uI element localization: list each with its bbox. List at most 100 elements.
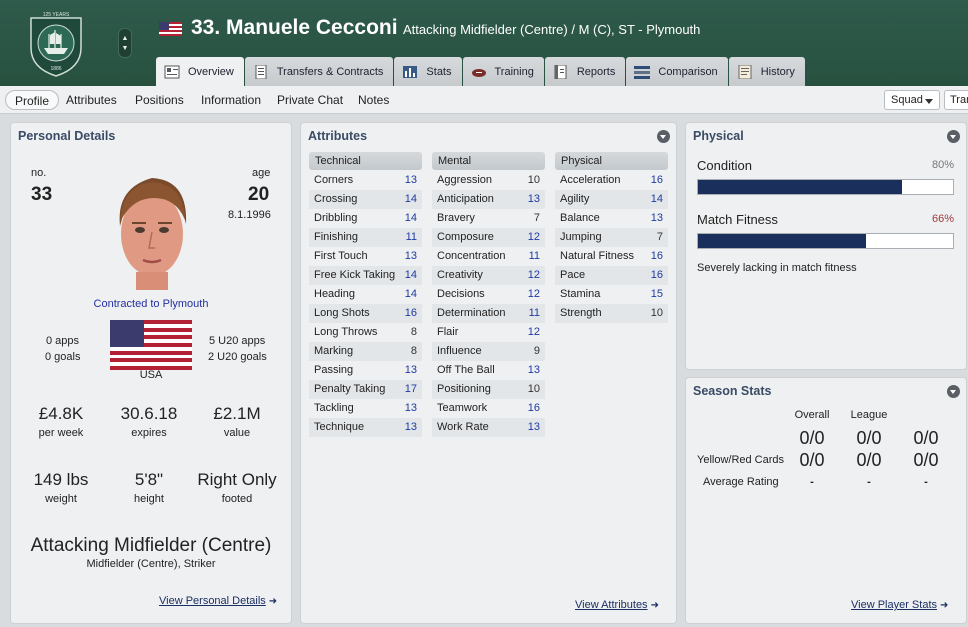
chevron-down-icon	[925, 99, 933, 104]
mental-column: Mental Aggression 10 Anticipation 13 Bravery…	[432, 152, 545, 437]
attribute-row: Long Throws 8	[309, 323, 422, 342]
attribute-name: Creativity	[437, 269, 483, 281]
attribute-value: 8	[410, 345, 417, 357]
tab-stats[interactable]: Stats	[394, 57, 462, 86]
next-player-icon[interactable]: ▼	[119, 45, 131, 53]
attribute-name: Bravery	[437, 212, 475, 224]
attribute-value: 16	[650, 174, 663, 186]
tab-reports[interactable]: Reports	[544, 57, 626, 86]
subnav-private-chat[interactable]: Private Chat	[277, 90, 343, 110]
player-face-portrait	[119, 178, 187, 290]
attribute-name: Natural Fitness	[560, 250, 634, 262]
panel-title: Season Stats	[693, 384, 772, 398]
attribute-value: 12	[527, 326, 540, 338]
positions-list: Midfielder (Centre), Striker	[86, 558, 216, 570]
attribute-row: Influence 9	[432, 342, 545, 361]
contract-expiry-label: expires	[131, 427, 167, 439]
svg-text:1886: 1886	[50, 66, 61, 72]
usa-flag-icon	[110, 320, 192, 370]
previous-player-icon[interactable]: ▲	[119, 35, 131, 43]
match-fitness-bar-fill	[698, 234, 866, 248]
attribute-name: Balance	[560, 212, 600, 224]
condition-bar	[697, 179, 954, 195]
attribute-value: 11	[528, 250, 540, 262]
attribute-value: 10	[527, 383, 540, 395]
player-name: 33. Manuele Cecconi	[191, 16, 398, 39]
document-icon	[255, 64, 267, 79]
attribute-name: Long Shots	[314, 307, 370, 319]
attribute-name: Concentration	[437, 250, 506, 262]
panel-menu-icon[interactable]	[947, 385, 960, 398]
overview-icon	[164, 65, 180, 78]
attribute-value: 14	[404, 288, 417, 300]
attribute-name: Agility	[560, 193, 590, 205]
attribute-name: Anticipation	[437, 193, 494, 205]
weight-label: weight	[45, 493, 77, 505]
condition-bar-fill	[698, 180, 902, 194]
attribute-value: 11	[405, 231, 417, 243]
attribute-row: Technique 13	[309, 418, 422, 437]
panel-title: Physical	[693, 129, 744, 143]
comparison-icon	[634, 65, 651, 79]
attribute-name: Penalty Taking	[314, 383, 386, 395]
attribute-row: Acceleration 16	[555, 171, 668, 190]
attribute-value: 13	[404, 421, 417, 433]
attribute-row: Aggression 10	[432, 171, 545, 190]
subnav-attributes[interactable]: Attributes	[66, 90, 117, 110]
view-attributes-link[interactable]: View Attributes ➜	[575, 599, 659, 611]
view-player-stats-link[interactable]: View Player Stats ➜	[851, 599, 948, 611]
attribute-value: 8	[410, 326, 417, 338]
subnav-positions[interactable]: Positions	[135, 90, 184, 110]
panel-menu-icon[interactable]	[947, 130, 960, 143]
attribute-name: Composure	[437, 231, 494, 243]
col-league: League	[850, 409, 888, 421]
technical-header: Technical	[309, 152, 422, 170]
player-value: £2.1M	[213, 404, 261, 423]
goals-count: 0 goals	[45, 351, 81, 363]
season-stats-panel: Season Stats Overall League 0/0 0/0 0/0 …	[685, 377, 967, 624]
subnav-information[interactable]: Information	[201, 90, 261, 110]
condition-value: 80%	[931, 159, 954, 171]
stat-cell: 0/0	[856, 450, 882, 470]
wage-label: per week	[38, 427, 84, 439]
attribute-row: Heading 14	[309, 285, 422, 304]
attribute-row: Flair 12	[432, 323, 545, 342]
attribute-row: Decisions 12	[432, 285, 545, 304]
subnav-notes[interactable]: Notes	[358, 90, 389, 110]
attribute-row: Anticipation 13	[432, 190, 545, 209]
tab-label: Stats	[426, 65, 452, 78]
view-personal-details-link[interactable]: View Personal Details ➜	[159, 595, 277, 607]
panel-menu-icon[interactable]	[657, 130, 670, 143]
player-stepper[interactable]: ▲ ▼	[118, 28, 132, 58]
attribute-row: Pace 16	[555, 266, 668, 285]
col-overall: Overall	[794, 409, 830, 421]
attribute-value: 13	[404, 364, 417, 376]
transfer-button[interactable]: Tran	[944, 90, 968, 110]
tab-history[interactable]: History	[728, 57, 805, 86]
attributes-panel: Attributes Technical Corners 13 Crossing 14…	[300, 122, 677, 624]
stat-cell: 0/0	[856, 428, 882, 448]
tab-transfers-contracts[interactable]: Transfers & Contracts	[244, 57, 394, 86]
match-fitness-bar	[697, 233, 954, 249]
panel-title: Personal Details	[18, 129, 116, 143]
tab-label: Transfers & Contracts	[276, 65, 384, 78]
attribute-name: Tackling	[314, 402, 354, 414]
squad-number-label: no.	[31, 167, 47, 179]
attribute-row: First Touch 13	[309, 247, 422, 266]
tab-training[interactable]: Training	[462, 57, 544, 86]
player-value-label: value	[223, 427, 251, 439]
height-value: 5'8"	[134, 470, 164, 489]
stat-cell: -	[867, 476, 871, 488]
attribute-row: Free Kick Taking 14	[309, 266, 422, 285]
attribute-row: Penalty Taking 17	[309, 380, 422, 399]
nationality: USA	[139, 369, 163, 381]
physical-column: Physical Acceleration 16 Agility 14 Balance 1…	[555, 152, 668, 323]
attribute-value: 15	[650, 288, 663, 300]
tab-overview[interactable]: Overview	[156, 57, 244, 86]
tab-comparison[interactable]: Comparison	[626, 57, 728, 86]
weight-value: 149 lbs	[33, 470, 89, 489]
subnav-profile[interactable]: Profile	[5, 90, 60, 110]
squad-dropdown[interactable]: Squad	[884, 90, 940, 110]
stat-cell: 0/0	[913, 428, 939, 448]
match-fitness-label: Match Fitness	[697, 212, 778, 227]
